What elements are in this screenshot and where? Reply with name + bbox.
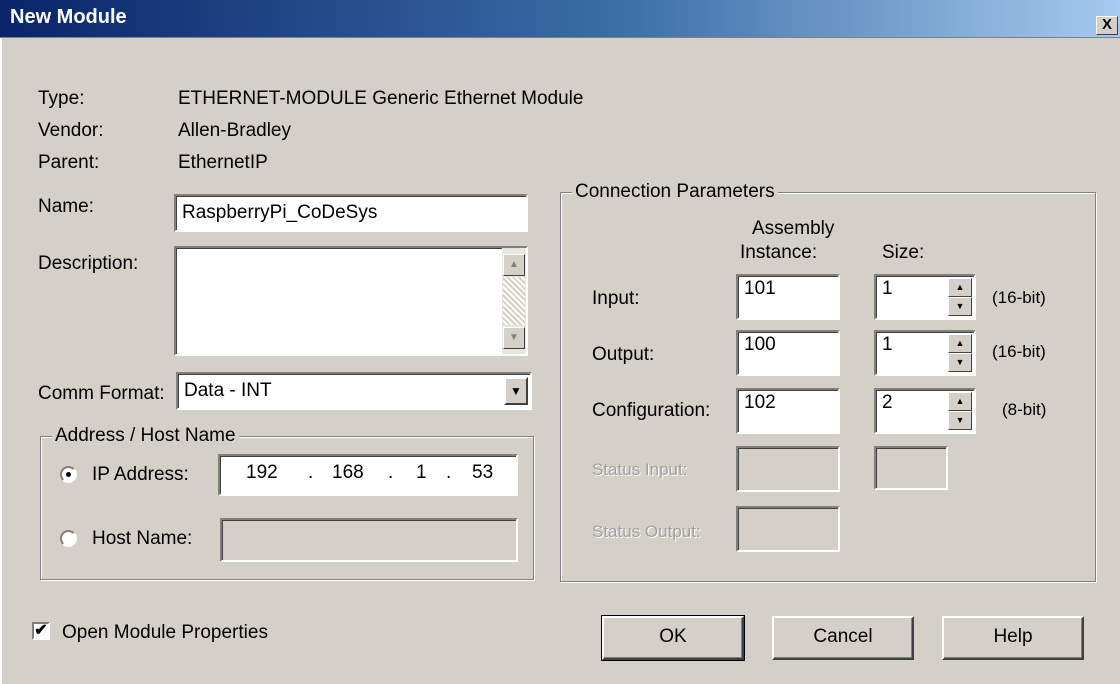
configuration-instance-input[interactable]: 102 [736, 388, 840, 434]
open-module-properties-checkbox[interactable]: ✔ [32, 622, 50, 640]
configuration-label: Configuration: [592, 400, 711, 421]
window-title: New Module [10, 6, 127, 28]
ip-address-input[interactable]: 192 . 168 . 1 . 53 [218, 454, 518, 496]
type-label: Type: [38, 88, 85, 109]
assembly-header-line1: Assembly [752, 218, 835, 239]
output-label: Output: [592, 344, 655, 365]
output-instance-input[interactable]: 100 [736, 330, 840, 376]
ip-address-radio[interactable] [60, 466, 77, 483]
input-unit: (16-bit) [992, 288, 1046, 307]
ip-octet-3: 1 [416, 462, 427, 483]
ip-octet-4: 53 [472, 462, 494, 483]
ip-address-label: IP Address: [92, 464, 189, 485]
cancel-button[interactable]: Cancel [772, 616, 914, 660]
name-input[interactable]: RaspberryPi_CoDeSys [174, 194, 528, 232]
spin-up-icon[interactable]: ▲ [948, 278, 972, 297]
host-name-radio[interactable] [60, 530, 77, 547]
description-scrollbar[interactable]: ▲ ▼ [502, 248, 526, 354]
size-header: Size: [882, 242, 925, 263]
comm-format-label: Comm Format: [38, 383, 165, 404]
spin-up-icon[interactable]: ▲ [948, 392, 972, 411]
chevron-down-icon[interactable]: ▼ [504, 377, 528, 405]
output-unit: (16-bit) [992, 342, 1046, 361]
status-input-label: Status Input: [592, 460, 688, 479]
scroll-track[interactable] [503, 277, 525, 325]
open-module-properties-label: Open Module Properties [62, 622, 268, 643]
output-size-spinner[interactable]: ▲ ▼ [948, 334, 972, 372]
scroll-down-icon[interactable]: ▼ [503, 327, 525, 349]
spin-down-icon[interactable]: ▼ [948, 297, 972, 316]
description-textarea[interactable]: ▲ ▼ [174, 246, 528, 356]
parent-label: Parent: [38, 152, 100, 173]
spin-down-icon[interactable]: ▼ [948, 353, 972, 372]
ip-dot: . [446, 462, 452, 483]
check-icon: ✔ [34, 622, 48, 639]
spin-up-icon[interactable]: ▲ [948, 334, 972, 353]
input-size-value: 1 [882, 278, 893, 299]
status-input-instance-input [736, 446, 840, 492]
host-name-label: Host Name: [92, 528, 193, 549]
input-size-spinner[interactable]: ▲ ▼ [948, 278, 972, 316]
assembly-header-line2: Instance: [740, 242, 818, 263]
name-label: Name: [38, 196, 94, 217]
output-size-value: 1 [882, 334, 893, 355]
spin-down-icon[interactable]: ▼ [948, 411, 972, 430]
vendor-value: Allen-Bradley [178, 120, 291, 141]
comm-format-select[interactable]: Data - INT ▼ [176, 372, 532, 410]
scroll-up-icon[interactable]: ▲ [503, 254, 525, 276]
window-edge [0, 38, 2, 684]
status-output-instance-input [736, 506, 840, 552]
description-label: Description: [38, 253, 139, 274]
connection-parameters-title: Connection Parameters [572, 181, 778, 203]
input-instance-input[interactable]: 101 [736, 274, 840, 320]
status-output-label: Status Output: [592, 522, 701, 541]
output-size-input[interactable]: 1 ▲ ▼ [874, 330, 976, 376]
ip-dot: . [308, 462, 314, 483]
input-size-input[interactable]: 1 ▲ ▼ [874, 274, 976, 320]
title-bar: New Module X [0, 0, 1120, 38]
comm-format-value: Data - INT [184, 380, 272, 401]
ok-button[interactable]: OK [601, 615, 745, 661]
ip-dot: . [388, 462, 394, 483]
parent-value: EthernetIP [178, 152, 268, 173]
close-icon: X [1101, 16, 1112, 33]
vendor-label: Vendor: [38, 120, 104, 141]
host-name-input[interactable] [220, 518, 518, 562]
close-button[interactable]: X [1096, 16, 1118, 35]
status-input-size-input [874, 446, 948, 490]
configuration-size-spinner[interactable]: ▲ ▼ [948, 392, 972, 430]
ip-octet-1: 192 [246, 462, 278, 483]
address-group-title: Address / Host Name [52, 425, 239, 447]
configuration-unit: (8-bit) [1002, 400, 1047, 419]
configuration-size-input[interactable]: 2 ▲ ▼ [874, 388, 976, 434]
help-button[interactable]: Help [942, 616, 1084, 660]
ip-octet-2: 168 [332, 462, 364, 483]
input-label: Input: [592, 288, 640, 309]
type-value: ETHERNET-MODULE Generic Ethernet Module [178, 88, 584, 109]
configuration-size-value: 2 [882, 392, 893, 413]
